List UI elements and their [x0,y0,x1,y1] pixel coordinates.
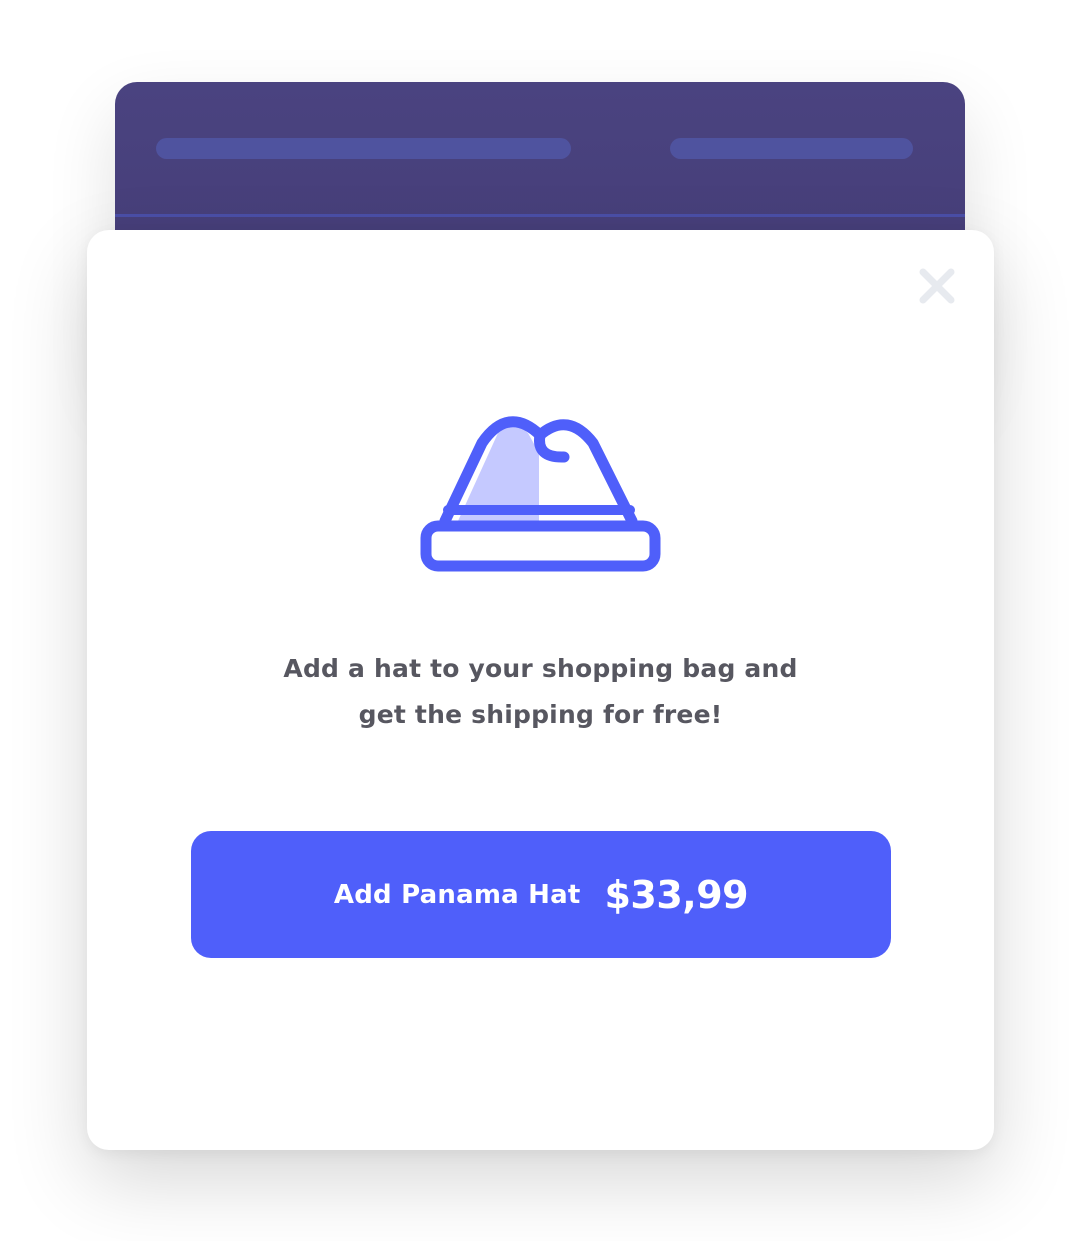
message-line-2: get the shipping for free! [358,700,723,729]
add-button-label: Add Panama Hat [333,879,581,910]
header-placeholder-bar [156,138,571,159]
close-button[interactable] [913,262,961,310]
upsell-modal: Add a hat to your shopping bag and get t… [87,230,994,1150]
close-icon [919,268,955,304]
message-line-1: Add a hat to your shopping bag and [283,654,798,683]
header-placeholder-bar [670,138,913,159]
add-panama-hat-button[interactable]: Add Panama Hat $33,99 [191,831,891,958]
header-divider [115,214,965,217]
upsell-message: Add a hat to your shopping bag and get t… [187,646,894,738]
hat-icon [420,416,661,572]
popup-stage: Add a hat to your shopping bag and get t… [0,0,1080,1241]
add-button-price: $33,99 [604,872,749,917]
